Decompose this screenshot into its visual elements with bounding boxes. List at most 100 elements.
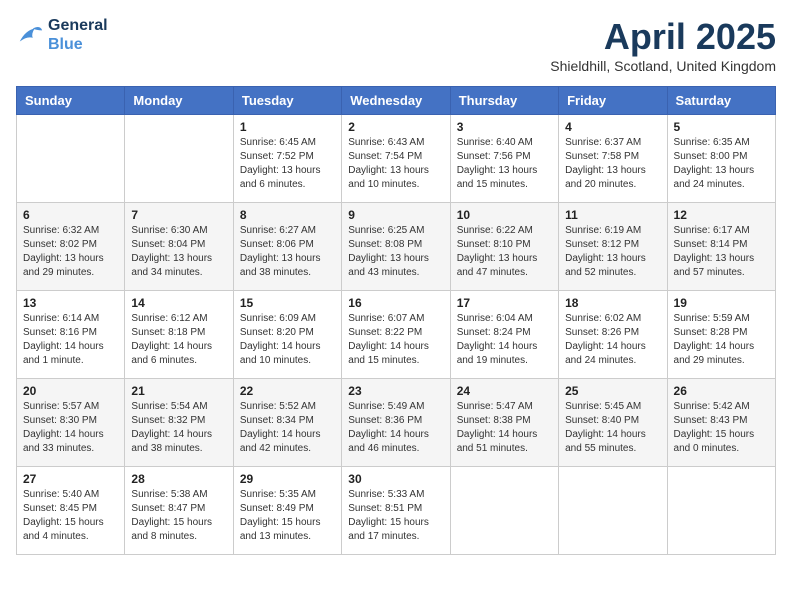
logo-icon <box>16 21 44 49</box>
calendar-cell: 14 Sunrise: 6:12 AM Sunset: 8:18 PM Dayli… <box>125 291 233 379</box>
day-number: 9 <box>348 208 443 222</box>
calendar-header-wednesday: Wednesday <box>342 87 450 115</box>
day-number: 10 <box>457 208 552 222</box>
calendar-cell: 7Sunrise: 6:30 AM Sunset: 8:04 PM Daylig… <box>125 203 233 291</box>
logo-line1: General <box>48 16 108 35</box>
calendar-cell: 9 Sunrise: 6:25 AM Sunset: 8:08 PM Daylig… <box>342 203 450 291</box>
calendar-cell: 11 Sunrise: 6:19 AM Sunset: 8:12 PM Dayli… <box>559 203 667 291</box>
day-info: Sunrise: 6:37 AM Sunset: 7:58 PM Dayligh… <box>565 136 660 192</box>
calendar-cell: 8Sunrise: 6:27 AM Sunset: 8:06 PM Daylig… <box>233 203 341 291</box>
day-info: Sunrise: 6:07 AM Sunset: 8:22 PM Dayligh… <box>348 312 443 368</box>
day-number: 14 <box>131 296 226 310</box>
calendar-cell <box>17 115 125 203</box>
day-info: Sunrise: 5:47 AM Sunset: 8:38 PM Dayligh… <box>457 400 552 456</box>
calendar-cell: 19 Sunrise: 5:59 AM Sunset: 8:28 PM Dayli… <box>667 291 775 379</box>
day-info: Sunrise: 6:14 AM Sunset: 8:16 PM Dayligh… <box>23 312 118 368</box>
day-number: 19 <box>674 296 769 310</box>
day-info: Sunrise: 6:40 AM Sunset: 7:56 PM Dayligh… <box>457 136 552 192</box>
day-number: 13 <box>23 296 118 310</box>
day-info: Sunrise: 5:35 AM Sunset: 8:49 PM Dayligh… <box>240 488 335 544</box>
calendar-header-sunday: Sunday <box>17 87 125 115</box>
month-title: April 2025 <box>550 16 776 58</box>
calendar-cell <box>125 115 233 203</box>
calendar-table: SundayMondayTuesdayWednesdayThursdayFrid… <box>16 86 776 555</box>
day-info: Sunrise: 5:45 AM Sunset: 8:40 PM Dayligh… <box>565 400 660 456</box>
day-info: Sunrise: 6:22 AM Sunset: 8:10 PM Dayligh… <box>457 224 552 280</box>
day-number: 5 <box>674 120 769 134</box>
day-number: 26 <box>674 384 769 398</box>
calendar-cell: 21 Sunrise: 5:54 AM Sunset: 8:32 PM Dayli… <box>125 379 233 467</box>
day-number: 25 <box>565 384 660 398</box>
calendar-cell <box>450 467 558 555</box>
calendar-header-saturday: Saturday <box>667 87 775 115</box>
day-number: 12 <box>674 208 769 222</box>
calendar-cell <box>559 467 667 555</box>
calendar-cell: 27 Sunrise: 5:40 AM Sunset: 8:45 PM Dayli… <box>17 467 125 555</box>
day-number: 20 <box>23 384 118 398</box>
day-number: 1 <box>240 120 335 134</box>
day-info: Sunrise: 5:54 AM Sunset: 8:32 PM Dayligh… <box>131 400 226 456</box>
day-info: Sunrise: 6:19 AM Sunset: 8:12 PM Dayligh… <box>565 224 660 280</box>
day-info: Sunrise: 6:27 AM Sunset: 8:06 PM Dayligh… <box>240 224 335 280</box>
day-number: 28 <box>131 472 226 486</box>
day-number: 6 <box>23 208 118 222</box>
calendar-cell: 17 Sunrise: 6:04 AM Sunset: 8:24 PM Dayli… <box>450 291 558 379</box>
title-block: April 2025 Shieldhill, Scotland, United … <box>550 16 776 74</box>
day-number: 11 <box>565 208 660 222</box>
calendar-cell: 25 Sunrise: 5:45 AM Sunset: 8:40 PM Dayli… <box>559 379 667 467</box>
day-info: Sunrise: 5:49 AM Sunset: 8:36 PM Dayligh… <box>348 400 443 456</box>
day-number: 24 <box>457 384 552 398</box>
day-number: 29 <box>240 472 335 486</box>
calendar-cell: 18 Sunrise: 6:02 AM Sunset: 8:26 PM Dayli… <box>559 291 667 379</box>
day-number: 16 <box>348 296 443 310</box>
calendar-cell: 26 Sunrise: 5:42 AM Sunset: 8:43 PM Dayli… <box>667 379 775 467</box>
day-info: Sunrise: 5:57 AM Sunset: 8:30 PM Dayligh… <box>23 400 118 456</box>
day-info: Sunrise: 6:45 AM Sunset: 7:52 PM Dayligh… <box>240 136 335 192</box>
day-number: 22 <box>240 384 335 398</box>
calendar-header-row: SundayMondayTuesdayWednesdayThursdayFrid… <box>17 87 776 115</box>
day-info: Sunrise: 5:42 AM Sunset: 8:43 PM Dayligh… <box>674 400 769 456</box>
day-number: 3 <box>457 120 552 134</box>
calendar-cell: 4Sunrise: 6:37 AM Sunset: 7:58 PM Daylig… <box>559 115 667 203</box>
calendar-cell: 16 Sunrise: 6:07 AM Sunset: 8:22 PM Dayli… <box>342 291 450 379</box>
day-info: Sunrise: 6:32 AM Sunset: 8:02 PM Dayligh… <box>23 224 118 280</box>
day-number: 17 <box>457 296 552 310</box>
day-info: Sunrise: 6:17 AM Sunset: 8:14 PM Dayligh… <box>674 224 769 280</box>
calendar-header-friday: Friday <box>559 87 667 115</box>
day-info: Sunrise: 6:35 AM Sunset: 8:00 PM Dayligh… <box>674 136 769 192</box>
day-number: 30 <box>348 472 443 486</box>
calendar-cell: 3 Sunrise: 6:40 AM Sunset: 7:56 PM Daylig… <box>450 115 558 203</box>
day-number: 15 <box>240 296 335 310</box>
day-number: 18 <box>565 296 660 310</box>
calendar-cell: 2Sunrise: 6:43 AM Sunset: 7:54 PM Daylig… <box>342 115 450 203</box>
day-number: 23 <box>348 384 443 398</box>
calendar-cell: 12 Sunrise: 6:17 AM Sunset: 8:14 PM Dayli… <box>667 203 775 291</box>
day-info: Sunrise: 5:33 AM Sunset: 8:51 PM Dayligh… <box>348 488 443 544</box>
calendar-cell: 10 Sunrise: 6:22 AM Sunset: 8:10 PM Dayli… <box>450 203 558 291</box>
day-info: Sunrise: 5:59 AM Sunset: 8:28 PM Dayligh… <box>674 312 769 368</box>
day-info: Sunrise: 5:40 AM Sunset: 8:45 PM Dayligh… <box>23 488 118 544</box>
calendar-week-3: 13 Sunrise: 6:14 AM Sunset: 8:16 PM Dayli… <box>17 291 776 379</box>
calendar-cell: 24 Sunrise: 5:47 AM Sunset: 8:38 PM Dayli… <box>450 379 558 467</box>
day-info: Sunrise: 6:12 AM Sunset: 8:18 PM Dayligh… <box>131 312 226 368</box>
day-info: Sunrise: 6:04 AM Sunset: 8:24 PM Dayligh… <box>457 312 552 368</box>
day-number: 21 <box>131 384 226 398</box>
calendar-cell: 1 Sunrise: 6:45 AM Sunset: 7:52 PM Daylig… <box>233 115 341 203</box>
logo-line2: Blue <box>48 35 108 54</box>
calendar-week-2: 6 Sunrise: 6:32 AM Sunset: 8:02 PM Daylig… <box>17 203 776 291</box>
logo: General Blue <box>16 16 108 54</box>
calendar-week-5: 27 Sunrise: 5:40 AM Sunset: 8:45 PM Dayli… <box>17 467 776 555</box>
day-number: 7 <box>131 208 226 222</box>
calendar-cell: 22Sunrise: 5:52 AM Sunset: 8:34 PM Dayli… <box>233 379 341 467</box>
calendar-cell: 30 Sunrise: 5:33 AM Sunset: 8:51 PM Dayli… <box>342 467 450 555</box>
calendar-cell: 29 Sunrise: 5:35 AM Sunset: 8:49 PM Dayli… <box>233 467 341 555</box>
calendar-cell <box>667 467 775 555</box>
day-number: 27 <box>23 472 118 486</box>
calendar-header-monday: Monday <box>125 87 233 115</box>
location: Shieldhill, Scotland, United Kingdom <box>550 58 776 74</box>
calendar-cell: 5 Sunrise: 6:35 AM Sunset: 8:00 PM Daylig… <box>667 115 775 203</box>
day-info: Sunrise: 6:02 AM Sunset: 8:26 PM Dayligh… <box>565 312 660 368</box>
day-info: Sunrise: 6:25 AM Sunset: 8:08 PM Dayligh… <box>348 224 443 280</box>
page-header: General Blue April 2025 Shieldhill, Scot… <box>16 16 776 74</box>
calendar-header-thursday: Thursday <box>450 87 558 115</box>
